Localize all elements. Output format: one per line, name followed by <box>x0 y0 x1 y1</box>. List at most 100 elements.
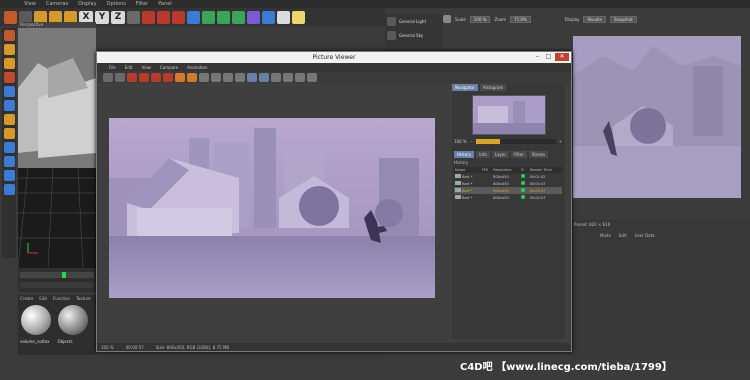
grid-icon[interactable] <box>3 184 15 195</box>
history-row[interactable]: Bart * 800x450 00:01:02 <box>454 173 562 180</box>
timeline[interactable] <box>18 268 98 292</box>
pv-menu-view[interactable]: View <box>141 65 151 70</box>
channel-alpha-icon[interactable] <box>259 72 269 82</box>
tab-stereo[interactable]: Stereo <box>528 151 548 158</box>
render-settings-icon[interactable] <box>172 10 185 24</box>
material-menu-edit[interactable]: Edit <box>39 296 47 301</box>
picture-viewer-titlebar[interactable]: Picture Viewer – □ ✕ <box>97 52 571 63</box>
axis-icon[interactable] <box>3 114 15 125</box>
attr-menu-mode[interactable]: Mode <box>600 233 611 238</box>
object-row[interactable]: General Light <box>385 14 443 28</box>
zoom-in-icon[interactable]: + <box>559 139 562 144</box>
model-icon[interactable] <box>3 44 15 55</box>
minimize-icon[interactable]: – <box>533 53 542 61</box>
fullscreen-icon[interactable] <box>235 72 245 82</box>
spline-icon[interactable] <box>202 10 215 24</box>
team-render-icon[interactable] <box>187 72 197 82</box>
history-row[interactable]: Bart * 800x450 00:00:47 <box>454 180 562 187</box>
scene-icon[interactable] <box>262 10 275 24</box>
tab-layer[interactable]: Layer <box>491 151 509 158</box>
row-name: Bart * <box>462 175 473 179</box>
nurbs-icon[interactable] <box>217 10 230 24</box>
material-menu-create[interactable]: Create <box>20 296 33 301</box>
attr-menu-userdata[interactable]: User Data <box>635 233 655 238</box>
material-menu-function[interactable]: Function <box>53 296 70 301</box>
snapshot-button[interactable]: Snapshot <box>609 15 637 23</box>
menu-cameras[interactable]: Cameras <box>46 1 68 7</box>
navigator-thumbnail[interactable] <box>472 95 546 135</box>
points-icon[interactable] <box>3 72 15 83</box>
tweak-icon[interactable] <box>3 128 15 139</box>
close-icon[interactable]: ✕ <box>555 53 569 61</box>
light-icon[interactable] <box>292 10 305 24</box>
texture-icon[interactable] <box>3 58 15 69</box>
undo-icon[interactable] <box>4 10 17 24</box>
play-icon[interactable] <box>443 15 451 23</box>
open-icon[interactable] <box>103 72 113 82</box>
polygons-icon[interactable] <box>3 100 15 111</box>
render-region-icon[interactable] <box>151 72 161 82</box>
tab-info[interactable]: Info <box>476 151 490 158</box>
camera-icon[interactable] <box>277 10 290 24</box>
render-all-icon[interactable] <box>175 72 185 82</box>
tab-history[interactable]: History <box>454 151 475 158</box>
workplane-icon[interactable] <box>3 156 15 167</box>
menu-options[interactable]: Options <box>107 1 126 7</box>
zoom-field[interactable]: 75.0% <box>510 15 531 23</box>
pv-menu-file[interactable]: File <box>109 65 116 70</box>
render-view-icon[interactable] <box>142 10 155 24</box>
material-menu-texture[interactable]: Texture <box>76 296 91 301</box>
pv-menu-compare[interactable]: Compare <box>160 65 178 70</box>
menu-display[interactable]: Display <box>78 1 96 7</box>
menu-panel[interactable]: Panel <box>158 1 172 7</box>
channel-r-icon[interactable] <box>271 72 281 82</box>
pv-menu-edit[interactable]: Edit <box>125 65 133 70</box>
tab-histogram[interactable]: Histogram <box>479 84 507 91</box>
array-icon[interactable] <box>232 10 245 24</box>
edges-icon[interactable] <box>3 86 15 97</box>
zoom-out-icon[interactable]: − <box>470 139 473 144</box>
deformer-icon[interactable] <box>247 10 260 24</box>
navigator-zoom-value: 100 % <box>454 139 467 144</box>
display-select[interactable]: Results <box>583 15 606 23</box>
pv-menu-animation[interactable]: Animation <box>187 65 207 70</box>
stop-render-icon[interactable] <box>139 72 149 82</box>
rendered-image[interactable] <box>109 118 435 298</box>
tab-navigator[interactable]: Navigator <box>452 84 478 91</box>
compare-b-icon[interactable] <box>211 72 221 82</box>
axis-y-button[interactable]: Y <box>95 10 109 24</box>
snap-icon[interactable] <box>3 142 15 153</box>
picture-viewer-menu: File Edit View Compare Animation <box>97 63 571 71</box>
menu-view[interactable]: View <box>24 1 36 7</box>
history-row-selected[interactable]: Bart * 800x450 00:00:47 <box>454 187 562 194</box>
channel-a-icon[interactable] <box>307 72 317 82</box>
render-pv-icon[interactable] <box>157 10 170 24</box>
render-icon[interactable] <box>127 72 137 82</box>
render-active-icon[interactable] <box>163 72 173 82</box>
history-row[interactable]: Bart * 800x450 00:00:57 <box>454 194 562 201</box>
mode-icon[interactable] <box>3 30 15 41</box>
compare-a-icon[interactable] <box>199 72 209 82</box>
watermark-text: C4D吧 【www.linecg.com/tieba/1799】 <box>460 362 672 373</box>
channel-g-icon[interactable] <box>283 72 293 82</box>
status-zoom[interactable]: 100 % <box>101 345 114 350</box>
scale-field[interactable]: 100 % <box>469 15 491 23</box>
object-row[interactable]: General Sky <box>385 28 443 42</box>
channel-b-icon[interactable] <box>295 72 305 82</box>
cube-icon[interactable] <box>187 10 200 24</box>
tab-filter[interactable]: Filter <box>510 151 527 158</box>
attr-menu-edit[interactable]: Edit <box>619 233 627 238</box>
material-swatch-2[interactable] <box>58 305 88 335</box>
zoom-slider-fill <box>476 139 500 144</box>
lock-icon[interactable] <box>3 170 15 181</box>
menu-filter[interactable]: Filter <box>136 1 148 7</box>
channel-rgb-icon[interactable] <box>247 72 257 82</box>
zoom-slider[interactable] <box>476 139 556 144</box>
maximize-icon[interactable]: □ <box>544 53 553 61</box>
coord-system-icon[interactable] <box>127 10 140 24</box>
material-swatch-1[interactable] <box>21 305 51 335</box>
swap-icon[interactable] <box>223 72 233 82</box>
axis-z-button[interactable]: Z <box>111 10 125 24</box>
viewport[interactable] <box>18 28 96 268</box>
save-icon[interactable] <box>115 72 125 82</box>
